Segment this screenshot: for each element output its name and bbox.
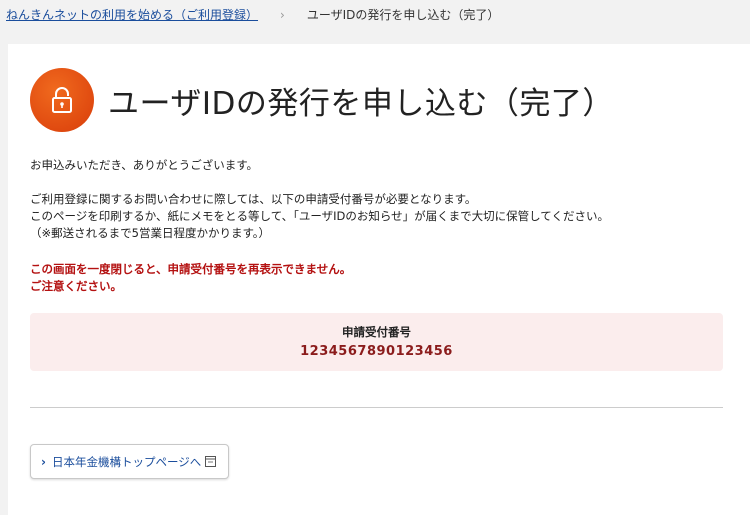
chevron-right-icon: ›: [41, 454, 46, 469]
title-row: ユーザIDの発行を申し込む（完了）: [30, 68, 614, 132]
warning-line-2: ご注意ください。: [30, 279, 122, 293]
top-page-button[interactable]: › 日本年金機構トップページへ: [30, 444, 229, 479]
breadcrumb: ねんきんネットの利用を始める（ご利用登録） › ユーザIDの発行を申し込む（完了…: [6, 6, 499, 23]
inquiry-text: ご利用登録に関するお問い合わせに際しては、以下の申請受付番号が必要となります。: [30, 192, 477, 206]
receipt-label: 申請受付番号: [342, 325, 411, 339]
receipt-number-box: 申請受付番号 1234567890123456: [30, 313, 723, 371]
divider: [30, 407, 723, 408]
warning-line-1: この画面を一度閉じると、申請受付番号を再表示できません。: [30, 262, 352, 276]
lock-icon: [30, 68, 94, 132]
warning-message: この画面を一度閉じると、申請受付番号を再表示できません。 ご注意ください。: [30, 261, 351, 295]
breadcrumb-link-registration[interactable]: ねんきんネットの利用を始める（ご利用登録）: [6, 6, 258, 23]
page-title: ユーザIDの発行を申し込む（完了）: [108, 85, 614, 122]
breadcrumb-separator: ›: [280, 7, 285, 22]
external-window-icon: [205, 456, 217, 467]
receipt-number: 1234567890123456: [300, 344, 453, 359]
main-card: ユーザIDの発行を申し込む（完了） お申込みいただき、ありがとうございます。 ご…: [8, 44, 750, 515]
thanks-text: お申込みいただき、ありがとうございます。: [30, 158, 259, 172]
keep-text: このページを印刷するか、紙にメモをとる等して、「ユーザIDのお知らせ」が届くまで…: [30, 209, 609, 223]
mail-note-text: （※郵送されるまで5営業日程度かかります。）: [30, 226, 271, 240]
breadcrumb-current: ユーザIDの発行を申し込む（完了）: [306, 8, 500, 22]
top-page-button-label: 日本年金機構トップページへ: [51, 454, 202, 469]
message-body: お申込みいただき、ありがとうございます。 ご利用登録に関するお問い合わせに際して…: [30, 157, 730, 242]
